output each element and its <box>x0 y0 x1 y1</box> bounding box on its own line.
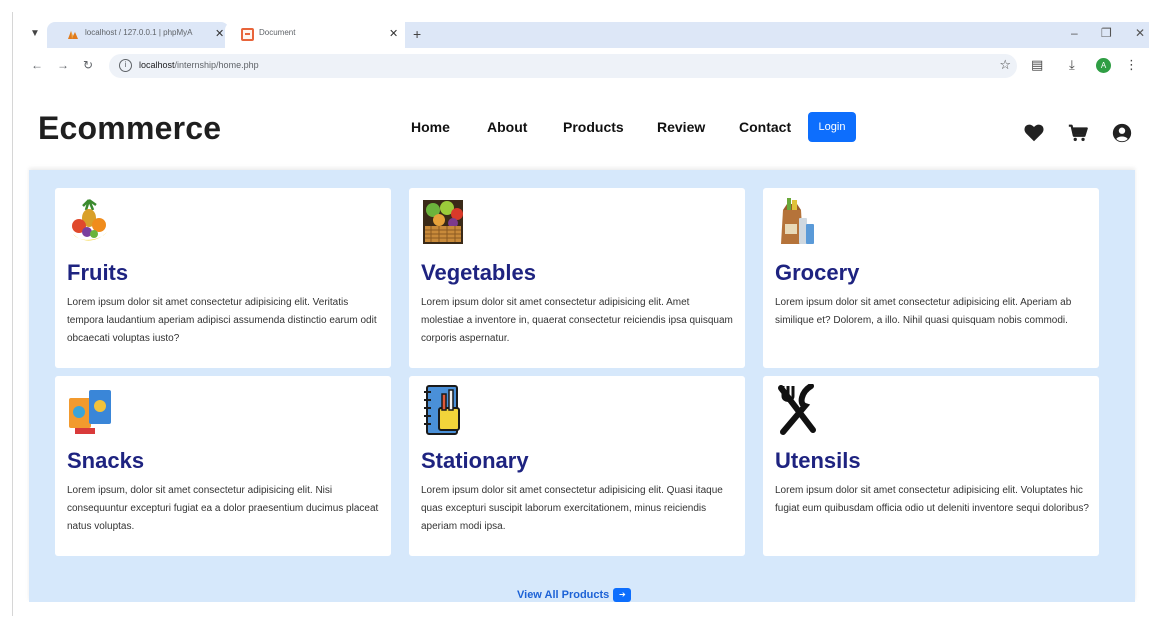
categories-section: Fruits Lorem ipsum dolor sit amet consec… <box>29 170 1135 602</box>
tab-close-icon[interactable]: ✕ <box>389 28 398 41</box>
bookmark-star-icon[interactable]: ☆ <box>999 57 1011 73</box>
card-title: Vegetables <box>421 260 536 285</box>
card-title: Fruits <box>67 260 129 285</box>
nav-products[interactable]: Products <box>563 119 624 135</box>
card-description: Lorem ipsum dolor sit amet consectetur a… <box>421 485 723 532</box>
fruits-icon <box>72 198 107 241</box>
heart-icon[interactable] <box>1023 122 1045 144</box>
tab-document[interactable]: Document ✕ <box>225 22 405 48</box>
minimize-icon[interactable]: – <box>1071 25 1078 41</box>
back-icon[interactable]: ← <box>31 57 43 73</box>
cart-icon[interactable] <box>1067 122 1089 144</box>
snacks-icon <box>69 390 111 434</box>
tab-strip: ▼ localhost / 127.0.0.1 | phpMyA ✕ Docum… <box>13 20 1149 54</box>
card-description: Lorem ipsum dolor sit amet consectetur a… <box>67 297 377 344</box>
new-tab-icon[interactable]: + <box>413 25 421 43</box>
browser-menu-icon[interactable]: ⋮ <box>1125 56 1138 74</box>
nav-about[interactable]: About <box>487 119 527 135</box>
url-text: localhost/internship/home.php <box>139 60 259 70</box>
tab-phpmyadmin[interactable]: localhost / 127.0.0.1 | phpMyA ✕ <box>47 22 229 48</box>
stationary-icon <box>424 385 460 435</box>
card-title: Stationary <box>421 448 529 473</box>
site-info-icon[interactable]: i <box>119 59 132 72</box>
nav-home[interactable]: Home <box>411 119 450 135</box>
category-card-vegetables[interactable]: Vegetables Lorem ipsum dolor sit amet co… <box>409 188 745 368</box>
brand-logo[interactable]: Ecommerce <box>38 110 221 147</box>
reload-icon[interactable]: ↻ <box>83 57 93 73</box>
user-account-icon[interactable] <box>1111 122 1133 144</box>
category-card-utensils[interactable]: Utensils Lorem ipsum dolor sit amet cons… <box>763 376 1099 556</box>
utensils-icon <box>778 384 816 435</box>
extensions-icon[interactable]: ▤ <box>1031 56 1043 74</box>
login-button[interactable]: Login <box>808 112 856 142</box>
forward-icon[interactable]: → <box>57 57 69 73</box>
browser-window: ▼ localhost / 127.0.0.1 | phpMyA ✕ Docum… <box>12 12 1149 616</box>
download-icon[interactable]: ⤓ <box>1069 56 1075 74</box>
card-description: Lorem ipsum dolor sit amet consectetur a… <box>421 297 733 344</box>
phpmyadmin-favicon-icon <box>68 31 78 39</box>
vegetables-icon <box>423 200 463 244</box>
card-title: Utensils <box>775 448 861 473</box>
grocery-icon <box>781 198 814 244</box>
card-title: Grocery <box>775 260 860 285</box>
restore-icon[interactable]: ❐ <box>1101 25 1112 41</box>
category-card-fruits[interactable]: Fruits Lorem ipsum dolor sit amet consec… <box>55 188 391 368</box>
card-title: Snacks <box>67 448 145 473</box>
url-host: localhost <box>139 60 175 70</box>
site-header: Ecommerce Home About Products Review Con… <box>13 90 1149 172</box>
url-input[interactable]: i localhost/internship/home.php ☆ <box>109 54 1017 78</box>
tab-search-icon[interactable]: ▼ <box>27 26 43 42</box>
page-bottom <box>13 602 1149 616</box>
category-card-snacks[interactable]: Snacks Lorem ipsum, dolor sit amet conse… <box>55 376 391 556</box>
card-description: Lorem ipsum, dolor sit amet consectetur … <box>67 485 379 532</box>
arrow-right-icon: ➔ <box>613 588 632 602</box>
profile-avatar[interactable]: A <box>1096 58 1111 73</box>
tab-title: localhost / 127.0.0.1 | phpMyA <box>85 28 193 37</box>
document-favicon-icon <box>241 28 254 41</box>
tab-close-icon[interactable]: ✕ <box>215 28 224 41</box>
view-all-label: View All Products <box>517 588 610 601</box>
window-close-icon[interactable]: ✕ <box>1135 25 1145 41</box>
category-card-stationary[interactable]: Stationary Lorem ipsum dolor sit amet co… <box>409 376 745 556</box>
category-card-grocery[interactable]: Grocery Lorem ipsum dolor sit amet conse… <box>763 188 1099 368</box>
address-bar: ← → ↻ i localhost/internship/home.php ☆ … <box>13 52 1149 80</box>
nav-review[interactable]: Review <box>657 119 705 135</box>
nav-contact[interactable]: Contact <box>739 119 791 135</box>
tab-title: Document <box>259 28 296 37</box>
url-path: /internship/home.php <box>174 60 259 70</box>
card-description: Lorem ipsum dolor sit amet consectetur a… <box>775 485 1089 514</box>
card-description: Lorem ipsum dolor sit amet consectetur a… <box>775 297 1072 326</box>
tab-strip-empty: + – ❐ ✕ <box>405 22 1149 48</box>
